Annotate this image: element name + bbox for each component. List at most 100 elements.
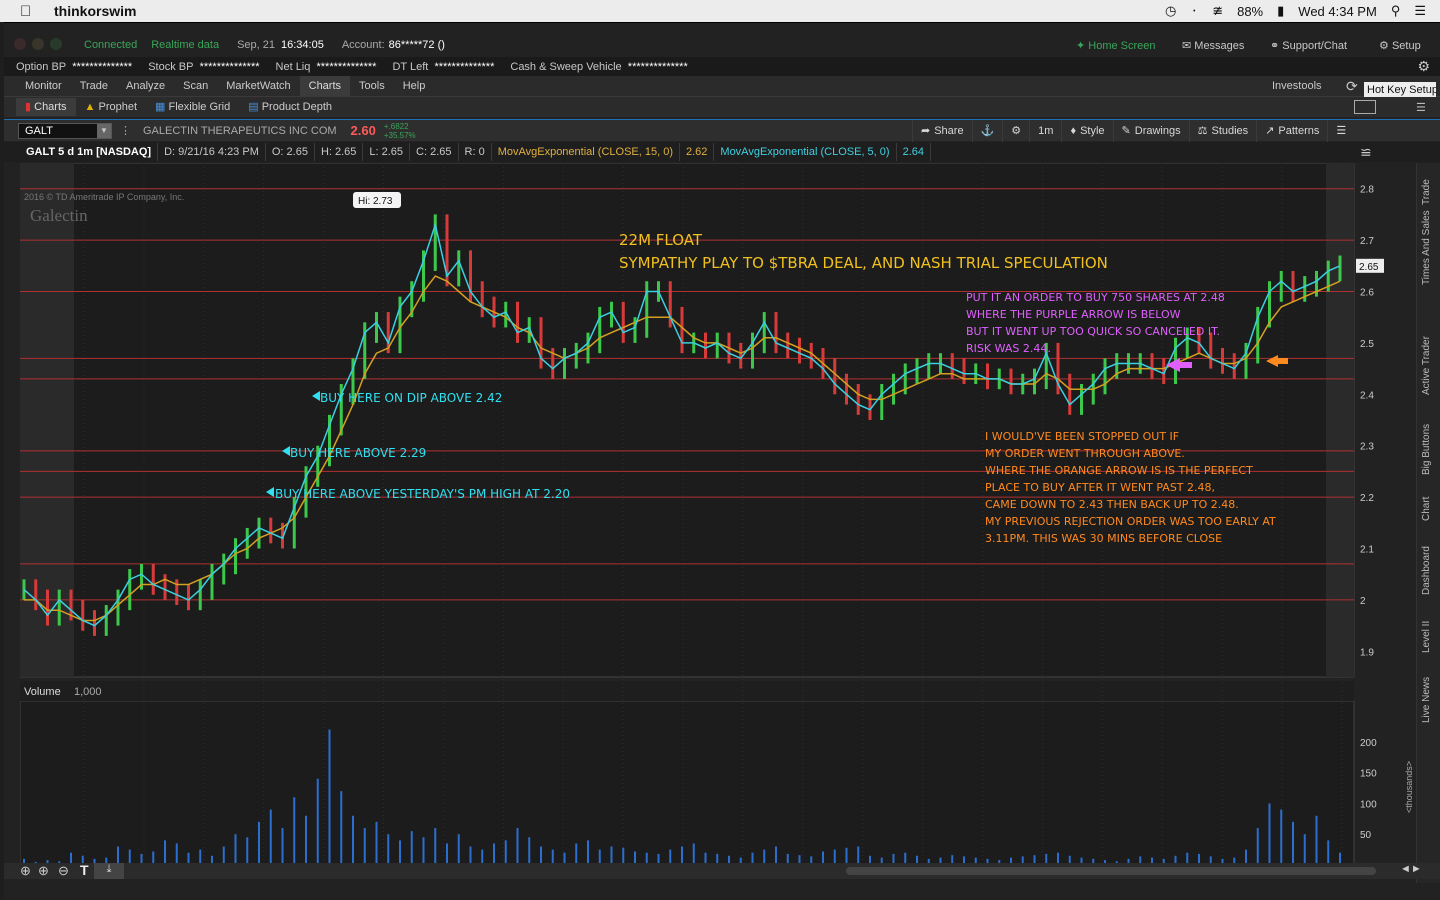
expand-icon[interactable]: ⤓ [94,863,124,879]
mail-icon: ✉ [1182,39,1192,52]
menu-list-icon[interactable]: ☰ [1414,3,1426,19]
flask-button[interactable]: ⚓ [971,119,1003,142]
bluetooth-icon[interactable]: ᛫ [1190,4,1198,19]
ema5-label[interactable]: MovAvgExponential (CLOSE, 5, 0) [714,143,897,161]
apple-icon[interactable]:  [20,3,34,20]
tab-monitor[interactable]: Monitor [16,76,71,96]
tab-charts[interactable]: Charts [299,76,351,96]
battery-icon[interactable]: ▮ [1277,3,1284,19]
chart-settings-button[interactable]: ⚙ [1002,119,1029,142]
battery-percent[interactable]: 88% [1237,4,1263,19]
window-close-button[interactable] [14,37,32,53]
status-clock: 16:34:05 [281,39,324,51]
rail-chart[interactable]: Chart [1421,497,1432,521]
interval-button[interactable]: 1m [1029,119,1061,142]
zoom-out-icon[interactable]: ⊖ [58,863,69,879]
time-machine-icon[interactable]: ◷ [1165,3,1176,19]
header-low: L: 2.65 [363,143,411,161]
chart-bottom-bar: ⊕ ⊕ ⊖ T ⤓ ◄► [4,862,1440,879]
tab-marketwatch[interactable]: MarketWatch [217,76,299,96]
y-tick-label: 2.5 [1360,339,1374,350]
time-scrollbar[interactable] [846,867,1376,875]
zoom-in-icon[interactable]: ⊕ [38,863,49,879]
rail-dashboard[interactable]: Dashboard [1421,546,1432,595]
subtab-flexible-grid[interactable]: ▦ Flexible Grid [146,97,239,117]
rail-level-ii[interactable]: Level II [1421,621,1432,653]
window-box-icon[interactable] [1354,100,1376,114]
ema15-value: 2.62 [680,143,715,161]
volume-tick-label: 150 [1360,769,1377,780]
flask-icon: ⚓ [980,125,995,137]
home-screen-link[interactable]: ✦ Home Screen [1076,39,1156,52]
y-tick-label: 1.9 [1360,647,1374,658]
rail-big-buttons[interactable]: Big Buttons [1421,424,1432,475]
purple-note-line: RISK WAS 2.44. [966,342,1051,355]
crosshair-toggle-icon[interactable]: ≌ [1360,144,1372,161]
hotkey-icon[interactable]: ⟳ [1346,78,1358,95]
chart-description[interactable]: GALT 5 d 1m [NASDAQ] [20,143,159,161]
style-button[interactable]: ♦ Style [1061,119,1112,142]
orange-arrow-tail [1276,358,1288,364]
chevron-down-icon[interactable]: ▼ [97,123,111,138]
tab-help[interactable]: Help [394,76,435,96]
messages-link[interactable]: ✉ Messages [1182,39,1244,52]
setup-link[interactable]: ⚙ Setup [1379,39,1421,52]
symbol-input[interactable]: GALT ▼ [18,122,112,139]
rail-active-trader[interactable]: Active Trader [1421,336,1432,395]
balance-cash-sweep: Cash & Sweep Vehicle ************** [510,60,688,73]
rail-times-and-sales[interactable]: Times And Sales [1421,210,1432,285]
hi-label: Hi: 2.73 [358,196,393,207]
macos-menu-bar:  thinkorswim ◷ ᛫ ≇ 88% ▮ Wed 4:34 PM ⚲ … [0,0,1440,22]
spotlight-icon[interactable]: ⚲ [1391,3,1401,19]
drawings-button[interactable]: ✎ Drawings [1112,119,1189,142]
last-price: 2.60 [350,123,376,138]
tab-tools[interactable]: Tools [350,76,394,96]
account-number[interactable]: 86*****72 () [389,39,445,51]
home-screen-label: Home Screen [1088,39,1156,52]
clock[interactable]: Wed 4:34 PM [1298,4,1377,19]
rail-live-news[interactable]: Live News [1421,677,1432,723]
share-button[interactable]: ➦ Share [912,119,972,142]
copyright-text: 2016 © TD Ameritrade IP Company, Inc. [24,192,184,202]
warning-icon: ▲ [84,101,96,113]
subtab-charts[interactable]: ▮ Charts [16,98,76,116]
sympathy-annotation: SYMPATHY PLAY TO $TBRA DEAL, AND NASH TR… [619,254,1108,272]
sub-tab-bar: ▮ Charts ▲ Prophet ▦ Flexible Grid ▤ Pro… [4,97,1440,117]
settings-gear-icon[interactable]: ⚙ [1417,58,1430,75]
link-icon[interactable]: ⋮ [120,124,131,137]
patterns-button[interactable]: ↗ Patterns [1256,119,1327,142]
chart-menu-button[interactable]: ☰ [1327,119,1354,142]
zoom-arrows-icon[interactable]: ◄► [1400,863,1422,875]
price-chart[interactable]: 2016 © TD Ameritrade IP Company, Inc. Gal… [20,163,1420,881]
studies-icon: ⚖ [1197,125,1208,137]
investools-link[interactable]: Investools [1272,80,1322,92]
share-label: Share [934,124,964,137]
y-tick-label: 2.7 [1360,236,1374,247]
buy-note-dip: BUY HERE ON DIP ABOVE 2.42 [320,391,502,405]
text-tool-icon[interactable]: T [80,862,89,878]
support-link[interactable]: ⚭ Support/Chat [1270,39,1347,52]
window-minimize-button[interactable] [32,37,50,53]
subtab-product-depth[interactable]: ▤ Product Depth [239,97,341,117]
studies-button[interactable]: ⚖ Studies [1188,119,1257,142]
gear-icon: ⚙ [1011,125,1022,137]
window-zoom-button[interactable] [50,37,68,53]
buy-note-220: BUY HERE ABOVE YESTERDAY'S PM HIGH AT 2.… [275,487,570,501]
y-tick-label: 2.3 [1360,442,1374,453]
ema15-label[interactable]: MovAvgExponential (CLOSE, 15, 0) [492,143,680,161]
volume-pane [20,700,1355,866]
tab-trade[interactable]: Trade [71,76,117,96]
list-icon[interactable]: ☰ [1416,101,1426,114]
purple-arrow-tail [1178,362,1192,368]
volume-tick-label: 50 [1360,830,1372,841]
crosshair-icon[interactable]: ⊕ [20,863,31,879]
rail-trade[interactable]: Trade [1421,179,1432,205]
subtab-prophet[interactable]: ▲ Prophet [76,97,146,117]
tab-analyze[interactable]: Analyze [117,76,174,96]
balance-option-bp: Option BP ************** [16,60,133,73]
app-name[interactable]: thinkorswim [54,3,136,19]
tos-window: Connected Realtime data Sep, 21 16:34:05… [4,22,1440,900]
tab-scan[interactable]: Scan [174,76,217,96]
wifi-icon[interactable]: ≇ [1212,3,1223,19]
volume-tick-label: 100 [1360,799,1377,810]
